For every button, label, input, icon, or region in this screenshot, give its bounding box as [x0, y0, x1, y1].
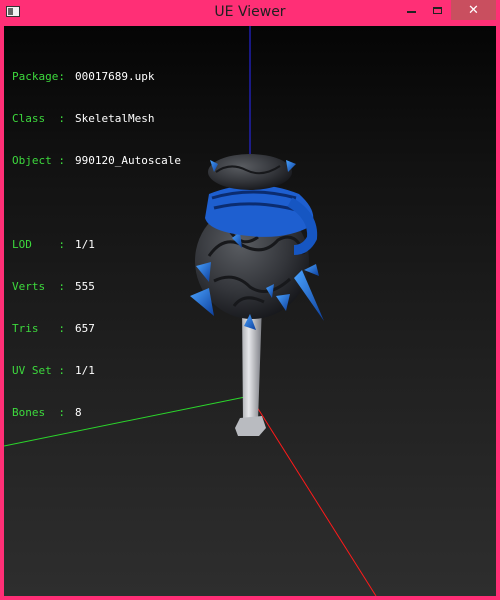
maximize-button[interactable] — [424, 0, 450, 20]
info-row-tris: Tris :657 — [12, 322, 95, 335]
axis-x-line — [249, 395, 377, 596]
minimize-icon — [406, 11, 416, 13]
maximize-icon — [432, 6, 442, 14]
close-button[interactable]: ✕ — [451, 0, 496, 20]
info-row-uvset: UV Set :1/1 — [12, 364, 95, 377]
info-row-class: Class : SkeletalMesh — [12, 112, 155, 125]
title-bar[interactable]: UE Viewer ✕ — [0, 0, 500, 26]
minimize-button[interactable] — [398, 0, 424, 20]
info-row-verts: Verts :555 — [12, 280, 95, 293]
mace-top-cap — [208, 154, 296, 190]
close-icon: ✕ — [468, 2, 479, 18]
info-row-bones: Bones :8 — [12, 406, 82, 419]
info-row-lod: LOD :1/1 — [12, 238, 95, 251]
3d-viewport[interactable]: Package: 00017689.upk Class : SkeletalMesh… — [4, 26, 496, 596]
info-row-object: Object :990120_Autoscale — [12, 154, 181, 167]
info-row-package: Package: 00017689.upk — [12, 70, 155, 83]
mesh-info-overlay: Package: 00017689.upk Class : SkeletalMesh… — [12, 42, 181, 448]
